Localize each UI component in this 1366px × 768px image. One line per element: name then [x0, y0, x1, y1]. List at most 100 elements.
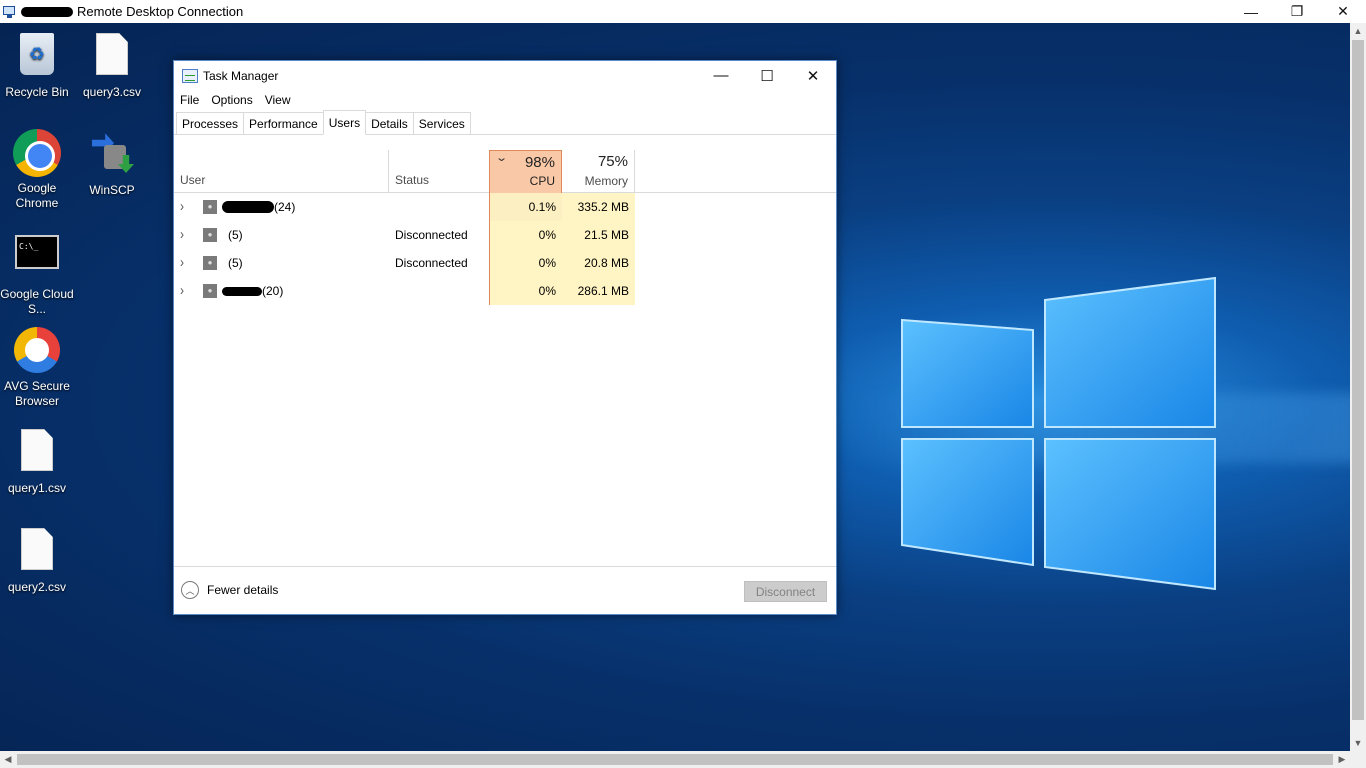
desktop-icon-avg[interactable]: AVG Secure Browser — [0, 327, 74, 409]
rdp-close-button[interactable]: ✕ — [1320, 0, 1366, 23]
redacted-host — [21, 6, 73, 17]
disconnect-button[interactable]: Disconnect — [744, 581, 827, 602]
user-memory: 335.2 MB — [562, 193, 635, 221]
file-icon — [96, 33, 128, 75]
desktop-icon-label: query3.csv — [82, 85, 142, 99]
vertical-scrollbar[interactable]: ▲ ▼ — [1350, 23, 1366, 751]
user-icon: ● — [203, 284, 217, 298]
menu-file[interactable]: File — [174, 93, 205, 107]
file-icon — [21, 528, 53, 570]
cloud-sdk-shell-icon: C:\_ — [15, 235, 59, 269]
scroll-up-arrow-icon[interactable]: ▲ — [1350, 23, 1366, 39]
tab-details[interactable]: Details — [365, 112, 414, 134]
tab-performance[interactable]: Performance — [243, 112, 324, 134]
user-icon: ● — [203, 256, 217, 270]
user-memory: 21.5 MB — [562, 221, 635, 249]
rdp-title-bar: Remote Desktop Connection — ❐ ✕ — [0, 0, 1366, 23]
table-row[interactable]: › ● (5) Disconnected 0% 20.8 MB — [174, 249, 836, 277]
menu-bar: File Options View — [174, 90, 836, 110]
scroll-right-arrow-icon[interactable]: ▶ — [1334, 751, 1350, 768]
chrome-icon — [13, 129, 61, 177]
tab-bar: Processes Performance Users Details Serv… — [174, 110, 836, 135]
minimize-button[interactable]: — — [698, 61, 744, 90]
sort-chevron-icon: ⌄ — [495, 152, 509, 164]
user-session-count: (5) — [228, 256, 243, 270]
menu-options[interactable]: Options — [205, 93, 258, 107]
close-button[interactable]: ✕ — [790, 61, 836, 90]
desktop-icon-label: Google Cloud S... — [0, 287, 74, 316]
memory-total: 75% — [597, 153, 628, 170]
user-memory: 20.8 MB — [562, 249, 635, 277]
desktop-icon-label: query2.csv — [7, 580, 67, 594]
horizontal-scroll-thumb[interactable] — [17, 754, 1333, 765]
redacted-username — [222, 201, 274, 213]
maximize-button[interactable]: ☐ — [744, 61, 790, 90]
file-icon — [21, 429, 53, 471]
user-cpu: 0% — [489, 277, 562, 305]
task-manager-title-bar[interactable]: Task Manager — ☐ ✕ — [174, 61, 836, 90]
expand-chevron-icon[interactable]: › — [180, 226, 184, 243]
column-header-memory[interactable]: 75% Memory — [562, 150, 635, 193]
tab-processes[interactable]: Processes — [176, 112, 245, 134]
scroll-left-arrow-icon[interactable]: ◀ — [0, 751, 16, 768]
scroll-down-arrow-icon[interactable]: ▼ — [1350, 735, 1366, 751]
expand-chevron-icon[interactable]: › — [180, 198, 184, 215]
user-session-count: (24) — [274, 200, 296, 214]
desktop-icon-label: query1.csv — [7, 481, 67, 495]
windows-logo-wallpaper — [901, 276, 1216, 591]
cpu-label: CPU — [529, 174, 555, 188]
avg-browser-icon — [14, 327, 60, 373]
expand-chevron-icon[interactable]: › — [180, 282, 184, 299]
task-manager-footer: ︿ Fewer details Disconnect — [174, 566, 836, 614]
tab-users[interactable]: Users — [322, 110, 367, 135]
user-status: Disconnected — [395, 228, 468, 242]
column-header-cpu[interactable]: ⌄ 98% CPU — [489, 150, 562, 193]
table-row[interactable]: › ● (20) 0% 286.1 MB — [174, 277, 836, 305]
fewer-details-label: Fewer details — [207, 583, 279, 597]
user-memory: 286.1 MB — [562, 277, 635, 305]
scrollbar-corner — [1350, 751, 1366, 768]
user-cpu: 0% — [489, 221, 562, 249]
desktop-icon-label: Recycle Bin — [5, 85, 69, 99]
desktop-icon-recycle-bin[interactable]: ♻ Recycle Bin — [0, 30, 74, 100]
desktop-icon-winscp[interactable]: WinSCP — [75, 129, 149, 198]
table-row[interactable]: › ● (24) 0.1% 335.2 MB — [174, 193, 836, 221]
user-icon: ● — [203, 200, 217, 214]
task-manager-window: Task Manager — ☐ ✕ File Options View Pro… — [173, 60, 837, 615]
desktop-icon-label: Google Chrome — [15, 181, 59, 210]
desktop-icon-query3[interactable]: query3.csv — [75, 30, 149, 100]
desktop-icon-chrome[interactable]: Google Chrome — [0, 129, 74, 211]
user-cpu: 0% — [489, 249, 562, 277]
user-icon: ● — [203, 228, 217, 242]
column-header-user[interactable]: User — [180, 173, 205, 187]
desktop-icon-query1[interactable]: query1.csv — [0, 426, 74, 496]
menu-view[interactable]: View — [259, 93, 297, 107]
memory-label: Memory — [584, 174, 628, 188]
window-title: Task Manager — [203, 68, 279, 83]
vertical-scroll-thumb[interactable] — [1352, 40, 1364, 720]
desktop-icon-label: AVG Secure Browser — [4, 379, 70, 408]
users-table: User Status ⌄ 98% CPU 75% Memory › ● (24… — [174, 150, 836, 305]
desktop-icon-label: WinSCP — [89, 183, 135, 197]
cpu-total: 98% — [524, 154, 555, 171]
rdp-restore-button[interactable]: ❐ — [1274, 0, 1320, 23]
expand-chevron-icon[interactable]: › — [180, 254, 184, 271]
tab-services[interactable]: Services — [412, 112, 471, 134]
remote-desktop-icon — [3, 5, 17, 19]
rdp-title: Remote Desktop Connection — [77, 4, 244, 19]
user-status: Disconnected — [395, 256, 468, 270]
user-cpu: 0.1% — [489, 193, 562, 221]
desktop-icon-query2[interactable]: query2.csv — [0, 525, 74, 595]
redacted-username — [222, 286, 262, 296]
rdp-minimize-button[interactable]: — — [1228, 0, 1274, 23]
fewer-details-button[interactable]: ︿ Fewer details — [181, 581, 278, 599]
horizontal-scrollbar[interactable]: ◀ ▶ — [0, 751, 1350, 768]
user-session-count: (20) — [262, 284, 284, 298]
table-row[interactable]: › ● (5) Disconnected 0% 21.5 MB — [174, 221, 836, 249]
winscp-icon — [90, 131, 134, 175]
users-table-header: User Status ⌄ 98% CPU 75% Memory — [174, 150, 836, 193]
column-header-status[interactable]: Status — [395, 173, 429, 187]
desktop-icon-cloud-sdk[interactable]: C:\_ Google Cloud S... — [0, 228, 74, 317]
column-divider[interactable] — [388, 150, 389, 192]
recycle-bin-icon: ♻ — [20, 33, 54, 75]
